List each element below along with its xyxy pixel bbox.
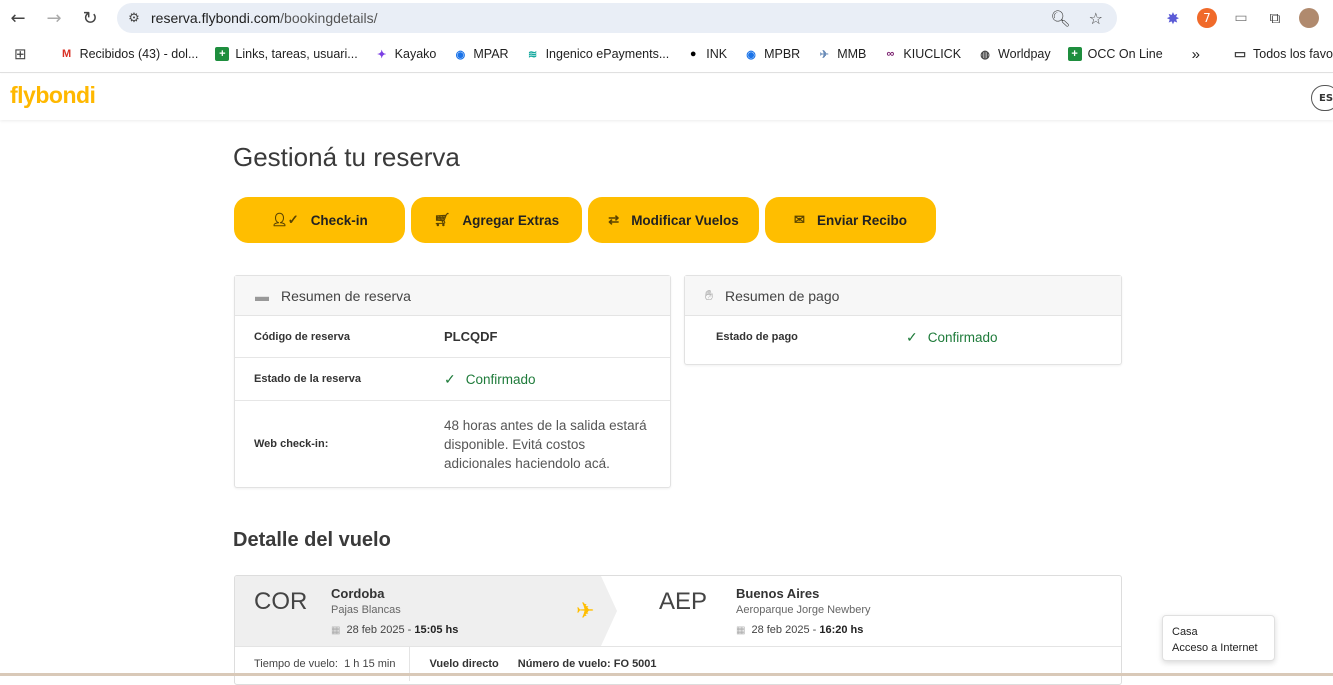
tooltip-line-1: Casa (1172, 626, 1198, 638)
origin-datetime: ▦ 28 feb 2025 - 15:05 hs (331, 624, 459, 636)
flight-card: COR Cordoba Pajas Blancas ▦ 28 feb 2025 -… (234, 575, 1122, 685)
sheets-icon: + (1067, 47, 1082, 61)
web-checkin-label: Web check-in: (254, 438, 329, 450)
bookmark-item[interactable]: ◉ MPAR (453, 47, 509, 61)
check-icon: ✓ (906, 328, 918, 345)
booking-summary-header: ▬ Resumen de reserva (235, 276, 670, 316)
send-receipt-button[interactable]: ✉ Enviar Recibo (765, 197, 936, 243)
bookmark-item[interactable]: ✈ MMB (817, 47, 867, 61)
add-extras-button[interactable]: 🛒︎ Agregar Extras (411, 197, 582, 243)
all-bookmarks-folder[interactable]: ▭ Todos los favori (1233, 46, 1333, 61)
url-text[interactable]: reserva.flybondi.com/bookingdetails/ (151, 10, 377, 26)
payment-summary-title: Resumen de pago (724, 287, 840, 304)
kayako-icon: ✦ (377, 48, 387, 61)
payment-status-value: ✓ Confirmado (906, 328, 998, 345)
calendar-icon: ▦ (331, 624, 341, 636)
network-tooltip: Casa Acceso a Internet (1162, 615, 1275, 661)
payment-summary-header: ✋︎ Resumen de pago (685, 276, 1121, 316)
add-extras-label: Agregar Extras (462, 212, 560, 228)
bookmark-item[interactable]: ◉ MPBR (744, 47, 800, 61)
destination-iata: AEP (659, 588, 708, 615)
mpbr-icon: ◉ (746, 48, 756, 61)
destination-datetime: ▦ 28 feb 2025 - 16:20 hs (736, 624, 864, 636)
folder-icon: ▭ (1233, 46, 1247, 61)
extension-orange-icon[interactable]: 7 (1197, 8, 1217, 28)
kiuclick-icon: ∞ (886, 48, 895, 60)
site-header: flybondi ES (0, 74, 1333, 120)
booking-status-value: ✓ Confirmado (444, 370, 536, 387)
bookmark-star-icon[interactable]: ☆ (1089, 9, 1103, 28)
modify-flights-button[interactable]: ⇄ Modificar Vuelos (588, 197, 759, 243)
user-check-icon: 👤︎✓ (271, 212, 299, 227)
booking-code-value: PLCQDF (444, 329, 498, 344)
zoom-icon[interactable]: 🔍︎ (1050, 9, 1070, 28)
mpar-icon: ◉ (455, 48, 466, 61)
address-bar[interactable]: ⚙ reserva.flybondi.com/bookingdetails/ 🔍… (117, 3, 1117, 33)
booking-code-label: Código de reserva (254, 330, 350, 343)
booking-status-row: Estado de la reserva ✓ Confirmado (235, 358, 670, 401)
destination-airport: Aeroparque Jorge Newbery (736, 604, 871, 616)
more-bookmarks-chevron-icon[interactable]: » (1192, 46, 1200, 63)
bookmark-item[interactable]: ● INK (686, 47, 727, 61)
forward-button[interactable]: → (36, 0, 72, 36)
flight-detail-title: Detalle del vuelo (233, 529, 391, 551)
payment-status-row: Estado de pago ✓ Confirmado (685, 316, 1121, 358)
booking-status-label: Estado de la reserva (254, 373, 362, 385)
swap-icon: ⇄ (608, 212, 620, 227)
web-checkin-text: 48 horas antes de la salida estará dispo… (444, 417, 647, 471)
ingenico-icon: ≋ (527, 48, 538, 61)
bookmarks-bar: ⊞ M Recibidos (43) - dol... + Links, tarea… (0, 36, 1333, 73)
gmail-icon: M (61, 48, 72, 60)
extensions-puzzle-icon[interactable]: ⧉ (1265, 8, 1285, 28)
origin-iata: COR (254, 588, 308, 615)
bookmark-item[interactable]: ∞ KIUCLICK (883, 47, 961, 61)
payment-summary-card: ✋︎ Resumen de pago Estado de pago ✓ Confi… (684, 275, 1122, 365)
reload-button[interactable]: ↻ (72, 0, 108, 36)
page-title: Gestioná tu reserva (233, 142, 460, 172)
bookmark-item[interactable]: M Recibidos (43) - dol... (60, 47, 198, 61)
ticket-icon: ▬ (255, 287, 269, 304)
send-receipt-label: Enviar Recibo (816, 212, 907, 228)
ink-icon: ● (689, 48, 697, 60)
tooltip-line-2: Acceso a Internet (1172, 642, 1258, 654)
origin-city: Cordoba (331, 586, 385, 601)
booking-summary-card: ▬ Resumen de reserva Código de reserva P… (234, 275, 671, 488)
calendar-icon: ▦ (736, 624, 746, 636)
sheets-icon: + (215, 47, 230, 61)
bookmark-item[interactable]: + OCC On Line (1067, 47, 1163, 61)
bookmark-item[interactable]: ≋ Ingenico ePayments... (526, 47, 669, 61)
payment-hand-icon: ✋︎ (705, 287, 713, 303)
origin-airport: Pajas Blancas (331, 604, 401, 616)
back-button[interactable]: ← (0, 0, 36, 36)
flybondi-logo[interactable]: flybondi (10, 82, 96, 109)
cart-icon: 🛒︎ (433, 212, 451, 227)
browser-toolbar: ← → ↻ ⚙ reserva.flybondi.com/bookingdeta… (0, 0, 1333, 36)
destination-city: Buenos Aires (736, 586, 820, 601)
cast-icon[interactable]: ▭ (1231, 8, 1251, 28)
extension-gear-icon[interactable]: ✸ (1163, 8, 1183, 28)
envelope-icon: ✉ (794, 212, 805, 227)
apps-icon[interactable]: ⊞ (14, 45, 27, 63)
site-settings-icon[interactable]: ⚙ (117, 11, 151, 26)
web-checkin-row: Web check-in: 48 horas antes de la salid… (235, 401, 670, 487)
bookmark-item[interactable]: + Links, tareas, usuari... (215, 47, 358, 61)
payment-status-label: Estado de pago (716, 331, 798, 343)
globe-icon: ◍ (980, 48, 990, 61)
booking-summary-title: Resumen de reserva (281, 287, 411, 304)
bookmark-item[interactable]: ✦ Kayako (375, 47, 436, 61)
check-icon: ✓ (444, 370, 456, 387)
checkin-button[interactable]: 👤︎✓ Check-in (234, 197, 405, 243)
plane-icon: ✈ (576, 598, 595, 623)
mmb-icon: ✈ (819, 48, 829, 61)
bookmark-item[interactable]: ◍ Worldpay (978, 47, 1050, 61)
profile-avatar[interactable] (1299, 8, 1319, 28)
action-buttons: 👤︎✓ Check-in 🛒︎ Agregar Extras ⇄ Modific… (234, 197, 936, 243)
checkin-label: Check-in (310, 212, 368, 228)
language-selector[interactable]: ES (1311, 85, 1333, 111)
modify-flights-label: Modificar Vuelos (631, 212, 739, 228)
booking-code-row: Código de reserva PLCQDF (235, 316, 670, 358)
